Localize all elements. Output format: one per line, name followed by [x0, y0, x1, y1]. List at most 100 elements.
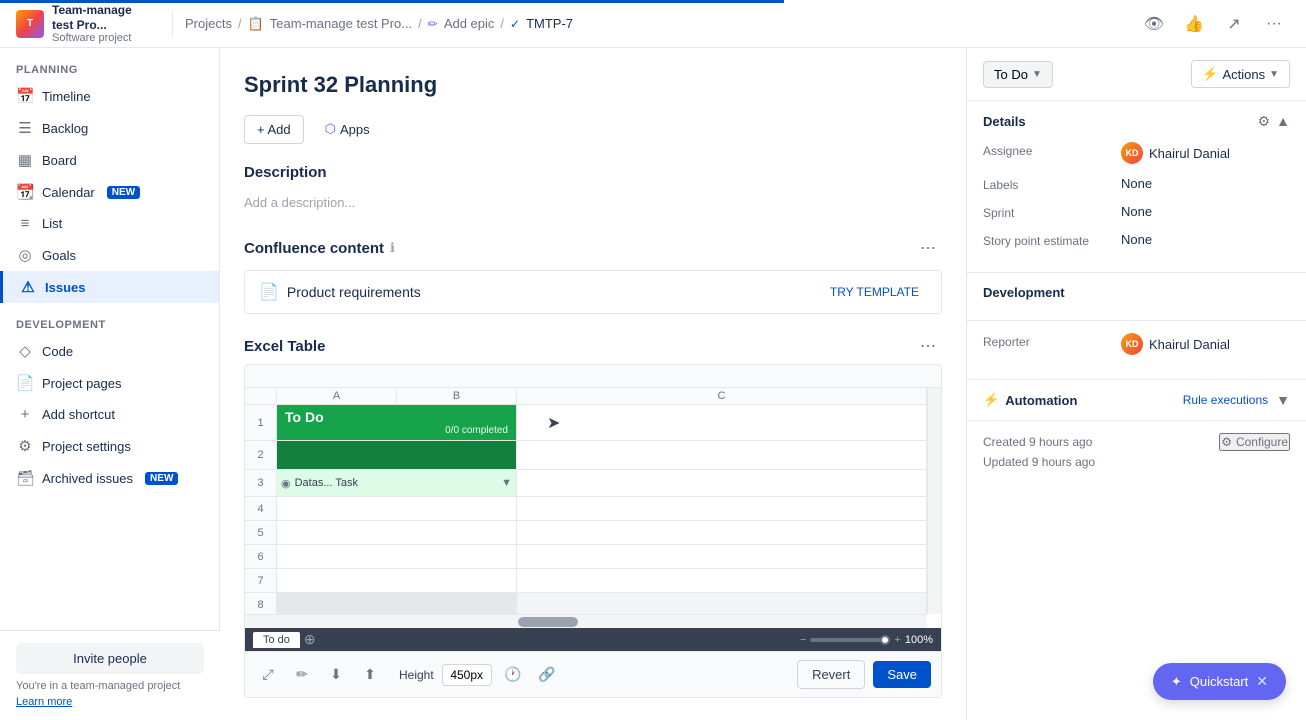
archived-badge: NEW	[145, 472, 178, 485]
zoom-plus[interactable]: +	[894, 634, 900, 646]
labels-label: Labels	[983, 176, 1113, 192]
excel-sheet-tab[interactable]: To do	[253, 632, 300, 648]
details-title: Details	[983, 114, 1026, 129]
upload-icon[interactable]: ⬆	[357, 662, 383, 688]
excel-spreadsheet[interactable]: A B C 1 To Do	[245, 388, 941, 628]
breadcrumb-project[interactable]: Team-manage test Pro...	[270, 16, 412, 31]
excel-formula-input[interactable]	[253, 369, 933, 383]
add-sheet-icon[interactable]: ⊕	[304, 631, 316, 648]
clock-icon[interactable]: 🕐	[500, 662, 526, 688]
excel-bottom-bar: To do ⊕ − + 100%	[245, 628, 941, 651]
timeline-icon: 📅	[16, 87, 34, 105]
share-button[interactable]: ↗	[1218, 8, 1250, 40]
apps-icon: ⬡	[325, 121, 336, 137]
description-placeholder[interactable]: Add a description...	[244, 189, 942, 216]
like-button[interactable]: 👍	[1178, 8, 1210, 40]
confluence-header: Confluence content ℹ ⋯	[244, 236, 942, 260]
sidebar-item-code[interactable]: ◇ Code	[0, 335, 219, 367]
quickstart-button[interactable]: ✦ Quickstart ✕	[1153, 663, 1286, 700]
sidebar-item-backlog[interactable]: ☰ Backlog	[0, 112, 219, 144]
save-button[interactable]: Save	[873, 661, 931, 688]
sidebar-item-board[interactable]: ▦ Board	[0, 144, 219, 176]
confluence-item: 📄 Product requirements TRY TEMPLATE	[244, 270, 942, 314]
watch-button[interactable]: 👁	[1138, 8, 1170, 40]
info-icon[interactable]: ℹ	[390, 240, 395, 256]
progress-bar	[0, 0, 784, 3]
add-shortcut-icon: +	[16, 406, 34, 423]
right-panel: To Do ▼ ⚡ Actions ▼ Details ⚙ ▲	[966, 48, 1306, 720]
excel-row-1: 1 To Do 0/0 completed	[245, 405, 927, 441]
excel-scrollbar-right[interactable]	[927, 388, 941, 614]
content-toolbar: + Add ⬡ Apps	[244, 114, 942, 144]
sidebar-item-label: Project settings	[42, 439, 131, 454]
sidebar-item-timeline[interactable]: 📅 Timeline	[0, 80, 219, 112]
height-input[interactable]	[442, 664, 492, 686]
sidebar-item-archived-issues[interactable]: 🗃 Archived issues NEW	[0, 462, 219, 494]
breadcrumb: Projects / 📋 Team-manage test Pro... / ✏…	[185, 16, 1130, 32]
nav-divider	[172, 12, 173, 36]
automation-expand-icon[interactable]: ▼	[1276, 392, 1290, 408]
details-collapse-icon[interactable]: ▲	[1276, 113, 1290, 130]
try-template-button[interactable]: TRY TEMPLATE	[822, 281, 927, 303]
actions-button[interactable]: ⚡ Actions ▼	[1191, 60, 1290, 88]
sidebar-item-calendar[interactable]: 📆 Calendar NEW	[0, 176, 219, 208]
excel-section: Excel Table ⋯	[244, 334, 942, 698]
revert-button[interactable]: Revert	[797, 660, 865, 689]
assignee-label: Assignee	[983, 142, 1113, 158]
todo-header-cell[interactable]: To Do 0/0 completed	[277, 405, 517, 440]
learn-more-link[interactable]: Learn more	[16, 696, 72, 708]
breadcrumb-issue-icon: ✓	[510, 17, 520, 31]
link-icon[interactable]: 🔗	[534, 662, 560, 688]
sidebar-item-list[interactable]: ≡ List	[0, 208, 219, 239]
breadcrumb-projects[interactable]: Projects	[185, 16, 232, 31]
assignee-row: Assignee KD Khairul Danial	[983, 142, 1290, 164]
assignee-name[interactable]: Khairul Danial	[1149, 146, 1230, 161]
excel-col-headers: A B C	[245, 388, 927, 405]
development-section: Development	[967, 273, 1306, 321]
quickstart-icon: ✦	[1171, 674, 1182, 690]
confluence-more-icon[interactable]: ⋯	[914, 236, 942, 260]
quickstart-close-icon[interactable]: ✕	[1256, 673, 1268, 690]
rule-executions-link[interactable]: Rule executions	[1183, 393, 1268, 407]
height-label: Height	[399, 668, 434, 682]
sidebar-footer: You're in a team-managed project	[16, 680, 204, 692]
reporter-name[interactable]: Khairul Danial	[1149, 337, 1230, 352]
issues-icon: ⚠	[19, 278, 37, 296]
configure-button[interactable]: ⚙ Configure	[1219, 433, 1290, 451]
edit-icon[interactable]: ✏	[289, 662, 315, 688]
sidebar-item-project-pages[interactable]: 📄 Project pages	[0, 367, 219, 399]
backlog-icon: ☰	[16, 119, 34, 137]
sprint-value[interactable]: None	[1121, 204, 1152, 219]
story-points-value[interactable]: None	[1121, 232, 1152, 247]
apps-button[interactable]: ⬡ Apps	[312, 114, 383, 144]
sidebar-item-goals[interactable]: ◎ Goals	[0, 239, 219, 271]
excel-row-3: 3 ◉ Datas... Task ▼	[245, 470, 927, 497]
excel-row-5: 5	[245, 521, 927, 545]
sidebar-item-project-settings[interactable]: ⚙ Project settings	[0, 430, 219, 462]
excel-scrollbar-bottom[interactable]	[245, 614, 927, 628]
sidebar-item-add-shortcut[interactable]: + Add shortcut	[0, 399, 219, 430]
details-gear-icon[interactable]: ⚙	[1258, 113, 1271, 130]
created-row: Created 9 hours ago ⚙ Configure	[983, 433, 1290, 451]
breadcrumb-epic[interactable]: Add epic	[444, 16, 495, 31]
invite-people-button[interactable]: Invite people	[16, 643, 204, 674]
download-icon[interactable]: ⬇	[323, 662, 349, 688]
zoom-minus[interactable]: −	[800, 634, 806, 646]
labels-value[interactable]: None	[1121, 176, 1152, 191]
confluence-item-title[interactable]: Product requirements	[287, 284, 421, 300]
status-dropdown[interactable]: To Do ▼	[983, 61, 1053, 88]
created-text: Created 9 hours ago	[983, 435, 1092, 449]
add-button[interactable]: + Add	[244, 115, 304, 144]
excel-row-2: 2	[245, 441, 927, 470]
more-button[interactable]: ···	[1258, 8, 1290, 40]
expand-icon[interactable]: ⤢	[255, 662, 281, 688]
task-cell[interactable]: ◉ Datas... Task ▼	[277, 470, 517, 496]
reporter-section: Reporter KD Khairul Danial	[967, 321, 1306, 380]
story-points-row: Story point estimate None	[983, 232, 1290, 248]
excel-more-icon[interactable]: ⋯	[914, 334, 942, 358]
brand-logo[interactable]: T Team-manage test Pro... Software proje…	[16, 3, 152, 44]
planning-section-title: PLANNING	[0, 48, 219, 80]
sidebar-item-label: Issues	[45, 280, 85, 295]
sidebar-item-issues[interactable]: ⚠ Issues	[0, 271, 219, 303]
sprint-label: Sprint	[983, 204, 1113, 220]
